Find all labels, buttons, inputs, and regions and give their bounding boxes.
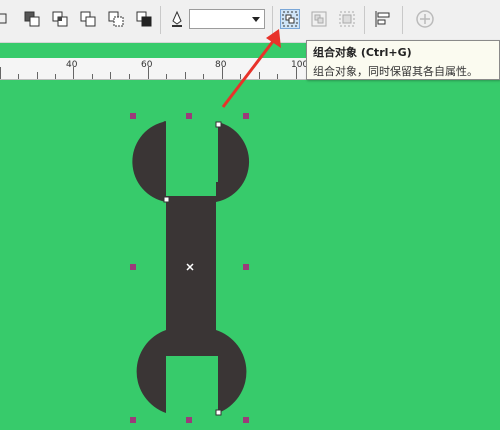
selection-handle-right[interactable] (243, 264, 249, 270)
selection-handle-top-left[interactable] (130, 113, 136, 119)
bottom-slot (166, 356, 218, 413)
annotation-arrow (221, 29, 281, 108)
node-point[interactable] (215, 409, 222, 416)
top-slot (166, 122, 218, 182)
selection-handle-bottom[interactable] (186, 417, 192, 423)
tooltip-description: 组合对象，同时保留其各自属性。 (313, 65, 478, 78)
selection-handle-bottom-left[interactable] (130, 417, 136, 423)
wrench-neck (166, 330, 216, 356)
tooltip-title: 组合对象 (Ctrl+G) (313, 46, 412, 59)
node-point[interactable] (215, 121, 222, 128)
selection-handle-left[interactable] (130, 264, 136, 270)
wrench-handle (166, 196, 216, 346)
selection-handle-bottom-right[interactable] (243, 417, 249, 423)
selection-handle-top[interactable] (186, 113, 192, 119)
selection-handle-top-right[interactable] (243, 113, 249, 119)
tooltip: 组合对象 (Ctrl+G) 组合对象，同时保留其各自属性。 (306, 40, 500, 80)
node-point[interactable] (163, 196, 170, 203)
